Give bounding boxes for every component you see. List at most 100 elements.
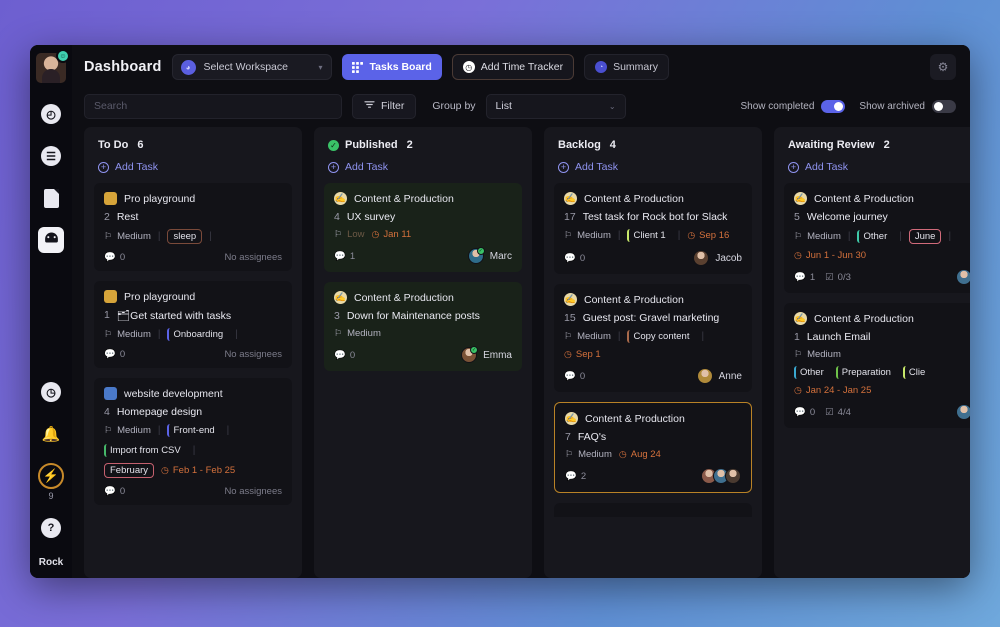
sidebar-item-timer[interactable]: ◴ (38, 101, 64, 127)
topbar: Dashboard ◕ Select Workspace ▾ Tasks Boa… (72, 45, 970, 89)
workspace-selector[interactable]: ◕ Select Workspace ▾ (171, 54, 332, 80)
sidebar-item-notifications[interactable]: 🔔 (38, 421, 64, 447)
card-footer-left: 💬 0 (564, 253, 585, 264)
settings-button[interactable]: ⚙ (930, 54, 956, 80)
sidebar-item-dashboard[interactable] (38, 227, 64, 253)
add-task-button[interactable]: + Add Task (774, 151, 970, 183)
card-tag[interactable]: Front-end (167, 424, 219, 437)
meta-divider: | (209, 231, 212, 242)
search-box[interactable] (84, 93, 342, 119)
checklist-icon: ☑ (825, 271, 834, 283)
search-input[interactable] (94, 100, 332, 112)
card-assignees[interactable]: Anne (696, 368, 742, 384)
comment-icon: 💬 (334, 250, 346, 262)
card-tag[interactable]: Copy content (627, 330, 694, 343)
card-assignees[interactable]: No assignees (224, 349, 282, 360)
card-project: ✍ Content & Production (334, 192, 512, 205)
next-card-teaser[interactable] (554, 503, 752, 517)
card-assignees[interactable] (701, 468, 741, 484)
group-by-select[interactable]: List ⌄ (485, 93, 626, 119)
card-tag[interactable]: Preparation (835, 366, 896, 379)
task-card[interactable]: ✍ Content & Production 3 Down for Maintenan… (324, 282, 522, 371)
card-title-text: Launch Email (806, 331, 871, 343)
tasks-board-button[interactable]: Tasks Board (341, 54, 442, 80)
chevron-down-icon: ▾ (318, 62, 323, 72)
comment-count-value: 0 (119, 349, 126, 360)
task-card[interactable]: ✍ Content & Production 1 Launch Email ⚐ Mediu… (784, 303, 970, 428)
card-tag[interactable]: June (908, 229, 942, 244)
task-card[interactable]: ✍ Content & Production 17 Test task for Roc… (554, 183, 752, 274)
column-count: 6 (137, 139, 144, 151)
sidebar-item-history[interactable]: ◷ (38, 379, 64, 405)
comment-count-value: 0 (579, 252, 586, 264)
task-card[interactable]: ✍ Content & Production 7 FAQ's ⚐ Medium ◷ Aug 2… (554, 402, 752, 493)
filter-icon (364, 100, 375, 112)
sidebar-item-upgrade[interactable]: ⚡ (38, 463, 64, 489)
card-project: ✍ Content & Production (334, 291, 512, 304)
comment-count-value: 0 (579, 370, 586, 382)
show-archived-group: Show archived (859, 99, 956, 113)
project-icon: ✍ (794, 192, 807, 205)
card-assignees[interactable]: No assignees (224, 486, 282, 497)
comment-icon: 💬 (104, 349, 116, 360)
task-card[interactable]: Pro playground 1 🗂Get started with tasks ⚐ M… (94, 281, 292, 368)
card-project: ✍ Content & Production (794, 312, 970, 325)
card-tag[interactable]: Other (794, 366, 829, 379)
project-name: Content & Production (584, 192, 684, 205)
avatar-stack: ✓ (467, 247, 485, 264)
task-card[interactable]: ✍ Content & Production 5 Welcome journey ⚐ Me… (784, 183, 970, 293)
checklist-icon: ☑ (825, 406, 834, 418)
project-icon (104, 192, 117, 205)
clock-icon: ◷ (794, 250, 802, 260)
meta-divider: | (617, 331, 621, 342)
show-completed-toggle[interactable] (821, 99, 846, 113)
summary-label: Summary (613, 61, 659, 73)
card-due-date: ◷ Sep 1 (564, 349, 601, 360)
summary-button[interactable]: ◔ Summary (584, 54, 670, 80)
card-title-text: Homepage design (116, 406, 203, 418)
card-priority: ⚐ Medium (564, 331, 611, 342)
task-card[interactable]: Pro playground 2 Rest ⚐ Medium | sleep | 💬 0 No as… (94, 183, 292, 271)
card-footer: 💬 0 Jacob (564, 250, 742, 266)
add-time-tracker-button[interactable]: ◷ Add Time Tracker (451, 54, 575, 80)
card-assignees[interactable] (956, 269, 970, 285)
task-card[interactable]: ✍ Content & Production 15 Guest post: Grave… (554, 284, 752, 392)
meta-divider: | (899, 231, 902, 242)
card-list: ✍ Content & Production 5 Welcome journey ⚐ Me… (774, 183, 970, 428)
card-month-tag[interactable]: February (104, 463, 155, 478)
checklist-count-value: 0/3 (837, 271, 851, 283)
avatar (696, 368, 713, 384)
card-assignees[interactable]: No assignees (224, 252, 282, 263)
add-task-button[interactable]: + Add Task (314, 151, 532, 183)
task-card[interactable]: website development 4 Homepage design ⚐ Medi… (94, 378, 292, 505)
comment-icon: 💬 (564, 370, 576, 382)
task-card[interactable]: ✍ Content & Production 4 UX survey ⚐ Low ◷ Jan … (324, 183, 522, 272)
sidebar-item-list[interactable]: ☰ (38, 143, 64, 169)
card-footer-left: 💬 0 ☑ 4/4 (794, 407, 851, 418)
card-date-row: ◷ Sep 1 (564, 349, 742, 360)
add-task-button[interactable]: + Add Task (544, 151, 762, 183)
card-assignees[interactable]: ✓ Emma (461, 346, 512, 363)
card-title-text: Guest post: Gravel marketing (582, 312, 720, 324)
card-tag[interactable]: sleep (167, 229, 203, 244)
card-tag[interactable]: Onboarding (167, 328, 228, 341)
card-tag[interactable]: Clie (902, 366, 930, 379)
card-tag[interactable]: Other (857, 230, 892, 243)
card-assignees[interactable] (956, 404, 970, 420)
avatar[interactable]: ☺ (36, 49, 70, 83)
add-task-button[interactable]: + Add Task (84, 151, 302, 183)
comment-count-value: 2 (580, 470, 587, 482)
card-assignees[interactable]: Jacob (693, 250, 742, 266)
card-date-row: February ◷ Feb 1 - Feb 25 (104, 463, 282, 478)
card-tag[interactable]: Client 1 (627, 229, 670, 242)
filterbar: Filter Group by List ⌄ Show completed Sh… (72, 89, 970, 123)
show-archived-toggle[interactable] (932, 99, 956, 113)
show-archived-label: Show archived (859, 100, 925, 112)
filter-button[interactable]: Filter (352, 93, 417, 119)
card-assignees[interactable]: ✓ Marc (467, 247, 512, 264)
sidebar-item-help[interactable]: ? (38, 515, 64, 541)
sidebar-item-documents[interactable] (38, 185, 64, 211)
card-tag[interactable]: Import from CSV (104, 444, 186, 457)
left-sidebar: ☺ ◴ ☰ ◷ 🔔 ⚡ 9 ? Rock (30, 45, 72, 578)
card-title: 2 Rest (104, 211, 282, 223)
